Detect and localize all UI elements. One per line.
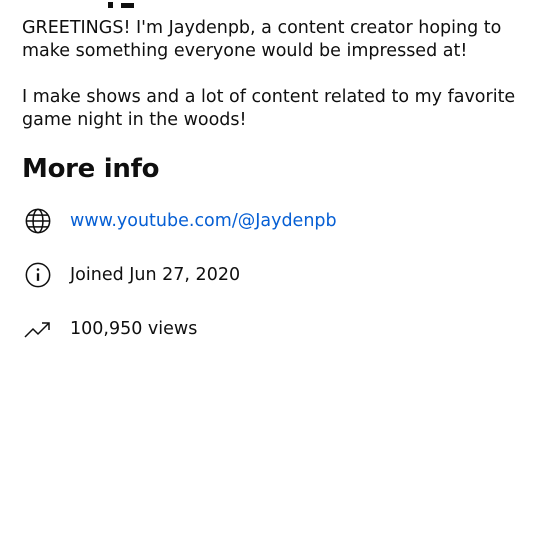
description-paragraph-2: I make shows and a lot of content relate… xyxy=(22,87,516,130)
channel-about-panel: GREETINGS! I'm Jaydenpb, a content creat… xyxy=(0,0,560,560)
more-info-heading: More info xyxy=(22,154,160,184)
clipped-section-heading xyxy=(22,0,172,15)
clipped-heading-fragment xyxy=(108,2,134,8)
info-icon xyxy=(22,259,54,291)
info-row-joined: Joined Jun 27, 2020 xyxy=(22,259,240,291)
channel-description: GREETINGS! I'm Jaydenpb, a content creat… xyxy=(22,17,542,155)
trending-up-icon xyxy=(22,313,54,345)
info-row-views: 100,950 views xyxy=(22,313,197,345)
description-paragraph-1: GREETINGS! I'm Jaydenpb, a content creat… xyxy=(22,18,502,61)
channel-url-link[interactable]: www.youtube.com/@Jaydenpb xyxy=(70,211,337,231)
globe-icon xyxy=(22,205,54,237)
total-views: 100,950 views xyxy=(70,319,198,339)
joined-date: Joined Jun 27, 2020 xyxy=(70,265,241,285)
info-row-link: www.youtube.com/@Jaydenpb xyxy=(22,205,337,237)
